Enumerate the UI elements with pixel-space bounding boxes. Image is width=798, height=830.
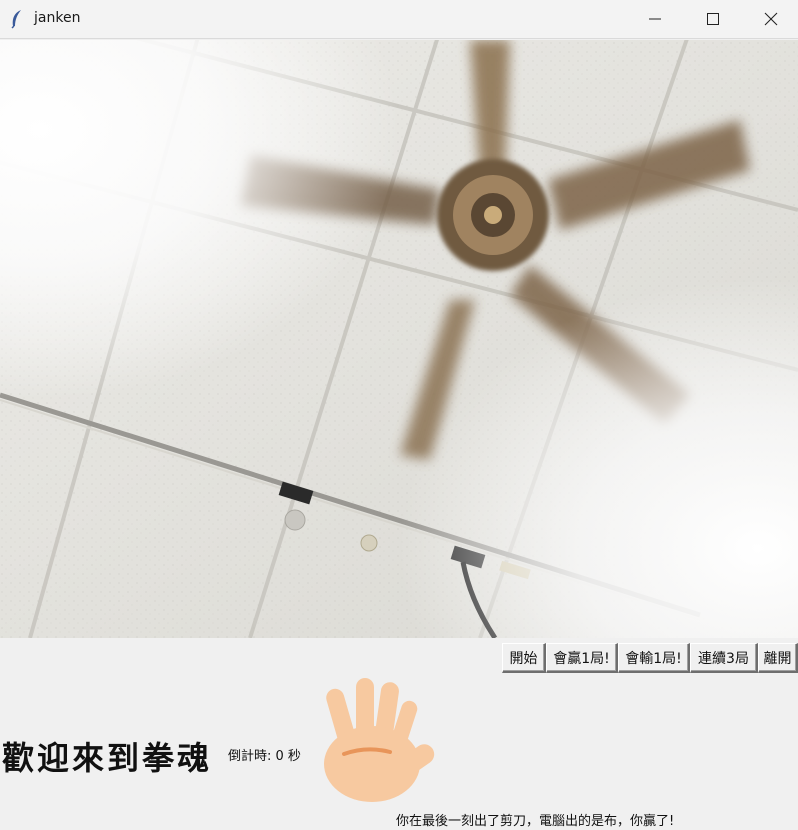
maximize-icon [707, 13, 719, 25]
win-one-button[interactable]: 會贏1局! [546, 643, 618, 673]
result-message: 你在最後一刻出了剪刀，電腦出的是布，你贏了! [396, 814, 675, 829]
paper-hand-icon [324, 678, 435, 802]
streak-three-button[interactable]: 連續3局 [690, 643, 758, 673]
feather-icon [11, 10, 21, 29]
close-icon [764, 12, 778, 26]
close-button[interactable] [742, 0, 798, 38]
countdown-label: 倒計時: 0 秒 [228, 749, 301, 764]
minimize-button[interactable] [626, 0, 684, 38]
maximize-button[interactable] [684, 0, 742, 38]
start-button[interactable]: 開始 [502, 643, 546, 673]
title-bar: janken [0, 0, 798, 39]
camera-feed [0, 40, 798, 638]
lose-one-button[interactable]: 會輸1局! [618, 643, 690, 673]
window-title: janken [34, 10, 81, 26]
ceiling-fan-image [0, 40, 798, 638]
welcome-heading: 歡迎來到拳魂 [2, 739, 213, 777]
leave-button[interactable]: 離開 [758, 643, 798, 673]
minimize-icon [649, 18, 661, 20]
